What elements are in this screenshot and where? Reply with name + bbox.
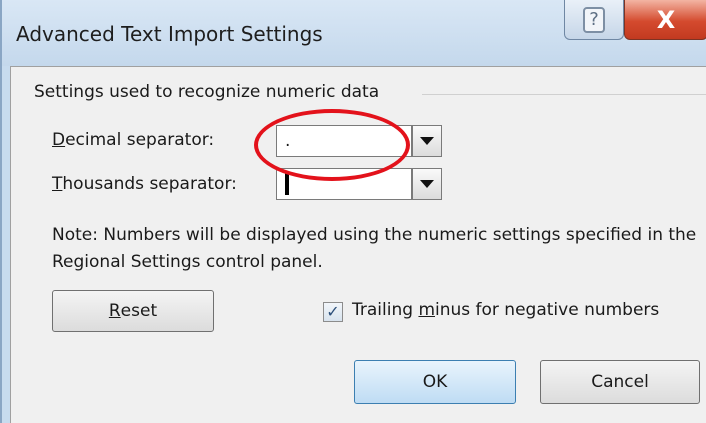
help-icon: ? <box>583 6 605 33</box>
close-button[interactable]: X <box>624 0 706 40</box>
trailing-minus-mnemonic: m <box>418 300 435 320</box>
group-label: Settings used to recognize numeric data <box>34 82 380 102</box>
thousands-separator-label: Thousands separator: <box>52 174 237 194</box>
thousands-label-text: housands separator: <box>62 174 237 194</box>
title-bar: Advanced Text Import Settings ? X <box>2 0 706 66</box>
help-button[interactable]: ? <box>564 0 624 40</box>
note-text: Note: Numbers will be displayed using th… <box>52 225 697 272</box>
reset-label: eset <box>120 301 158 321</box>
ok-button[interactable]: OK <box>354 360 516 404</box>
close-icon: X <box>656 5 676 34</box>
dialog-window: Advanced Text Import Settings ? X Settin… <box>0 0 706 423</box>
decimal-label-mnemonic: D <box>52 130 66 150</box>
red-highlight-circle <box>254 109 410 181</box>
thousands-separator-dropdown[interactable] <box>412 168 442 200</box>
trailing-minus-label[interactable]: Trailing minus for negative numbers <box>352 300 659 320</box>
decimal-label-text: ecimal separator: <box>65 130 215 150</box>
cancel-button[interactable]: Cancel <box>540 360 700 404</box>
chevron-down-icon <box>420 137 434 145</box>
decimal-separator-dropdown[interactable] <box>412 125 442 157</box>
reset-button[interactable]: Reset <box>52 290 214 332</box>
group-divider <box>422 94 706 95</box>
reset-mnemonic: R <box>108 301 121 321</box>
trailing-minus-label-before: Trailing <box>352 300 419 320</box>
thousands-label-mnemonic: T <box>52 174 63 194</box>
window-title: Advanced Text Import Settings <box>16 22 323 46</box>
checkmark-icon: ✓ <box>326 302 340 321</box>
decimal-separator-label: Decimal separator: <box>52 130 214 150</box>
chevron-down-icon <box>420 180 434 188</box>
text-caret <box>285 173 289 195</box>
trailing-minus-checkbox[interactable]: ✓ <box>323 302 343 322</box>
trailing-minus-label-after: inus for negative numbers <box>435 300 660 320</box>
